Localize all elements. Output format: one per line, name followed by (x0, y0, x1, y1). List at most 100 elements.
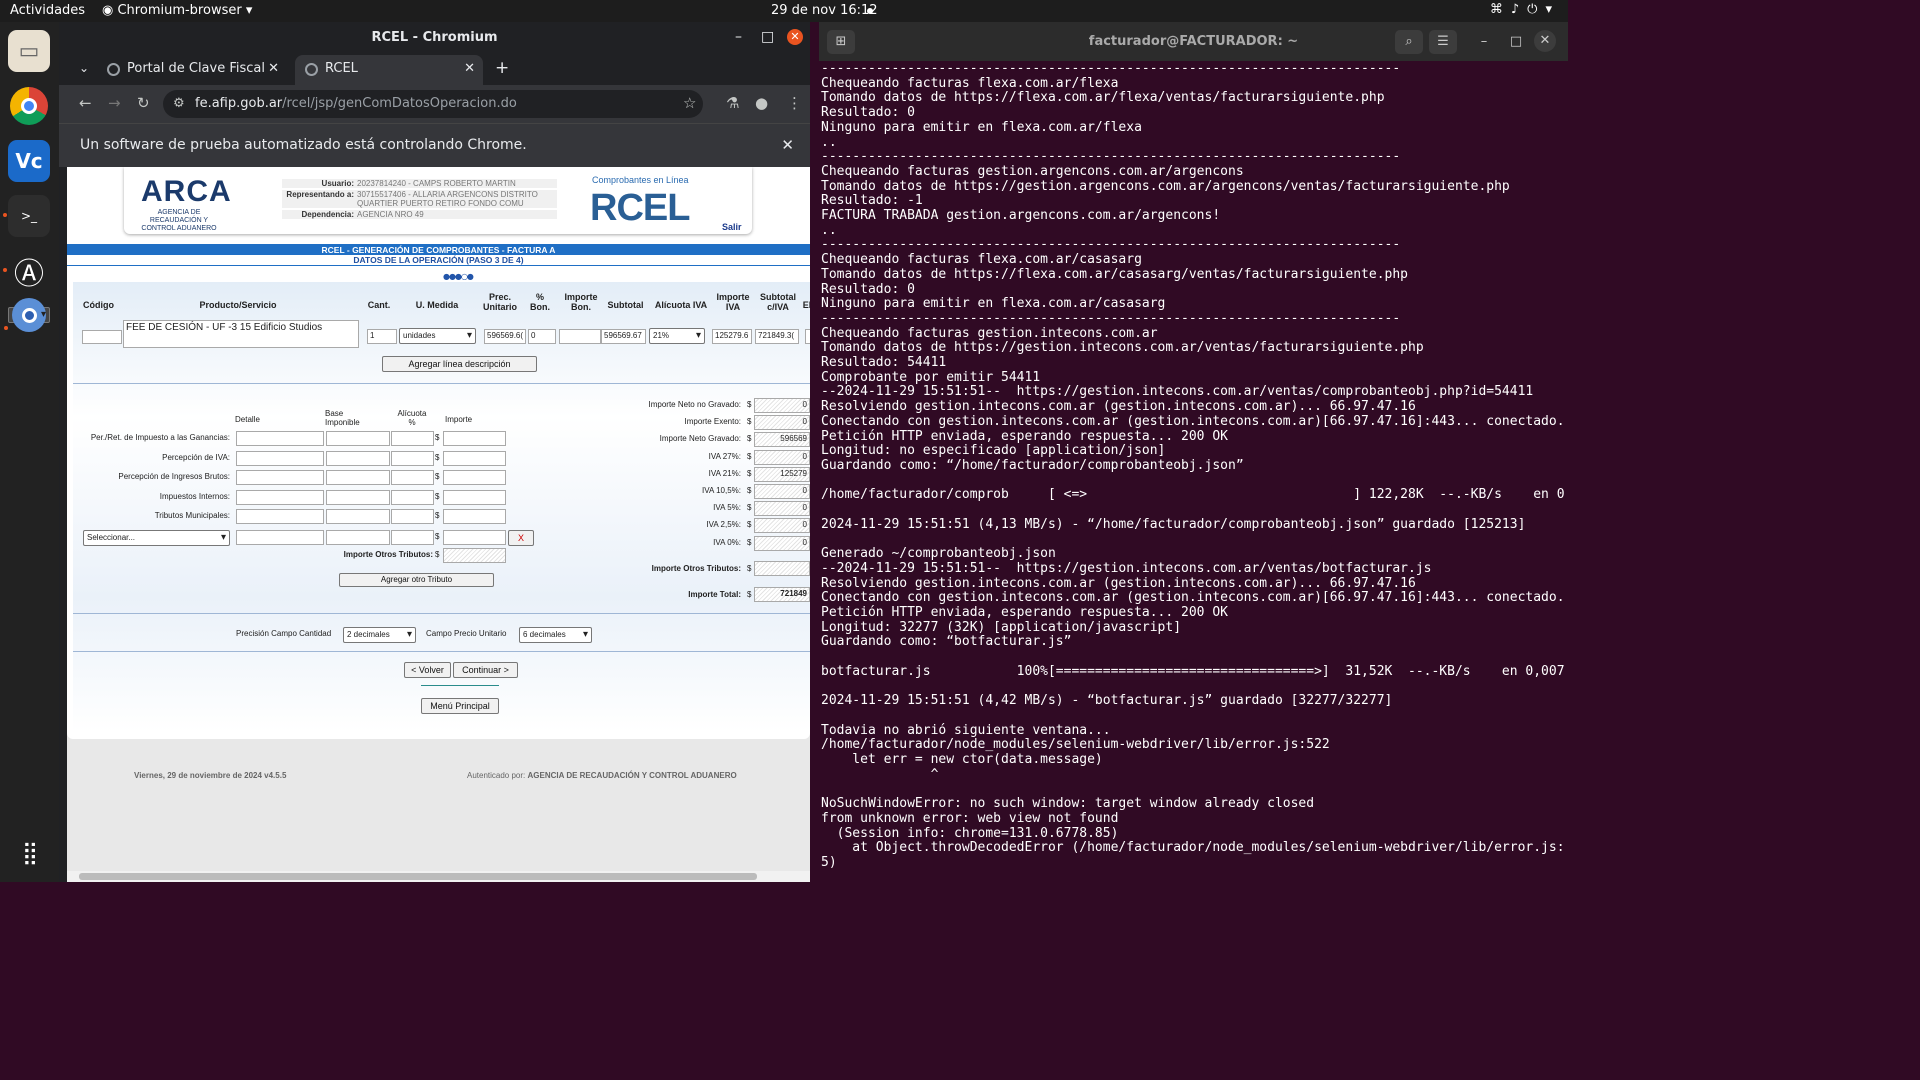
close-tab-icon[interactable]: ✕ (464, 55, 475, 83)
files-icon[interactable]: ▭ (8, 30, 50, 72)
salir-link[interactable]: Salir (722, 222, 742, 232)
col-subtotal: Subtotal (607, 300, 644, 310)
menu-kebab-icon[interactable]: ⋮ (787, 94, 802, 112)
terminal-output[interactable]: ----------------------------------------… (821, 62, 1565, 880)
tributo-importe-input[interactable] (443, 470, 506, 485)
tributo-base-input[interactable] (326, 470, 390, 485)
tributo-base-input[interactable] (326, 431, 390, 446)
close-icon[interactable]: ✕ (787, 29, 803, 45)
search-icon[interactable]: ⌕ (1395, 30, 1423, 54)
app-grid-icon[interactable]: ⣿ (8, 832, 50, 874)
agregar-tributo-button[interactable]: Agregar otro Tributo (339, 573, 494, 587)
minimize-icon[interactable]: – (735, 29, 742, 45)
menu-principal-button[interactable]: Menú Principal (421, 698, 499, 714)
dock: ▭ Vc >_ Ⓐ ⣿ (0, 22, 59, 882)
profile-icon[interactable]: ● (755, 94, 768, 112)
tributo-detalle-input[interactable] (236, 489, 324, 505)
new-tab-icon[interactable]: ⊞ (827, 30, 855, 54)
terminal-title: facturador@FACTURADOR: ~ (1088, 34, 1299, 49)
tributo-alicuota-input[interactable] (391, 431, 434, 446)
extra-input[interactable] (805, 329, 810, 344)
software-updater-icon[interactable]: Ⓐ (3, 250, 50, 292)
vscode-icon[interactable]: Vc (8, 140, 50, 182)
alicuota-iva-select[interactable]: 21% (649, 328, 705, 344)
col-impbon: Importe Bon. (564, 292, 598, 312)
precision-cantidad-select[interactable]: 2 decimales (343, 627, 416, 643)
producto-textarea[interactable]: FEE DE CESIÓN - UF -3 15 Edificio Studio… (123, 320, 359, 348)
hamburger-menu-icon[interactable]: ☰ (1429, 30, 1457, 54)
tributo-alicuota-input[interactable] (391, 489, 434, 505)
new-tab-icon[interactable]: + (495, 58, 509, 78)
labs-flask-icon[interactable]: ⚗ (726, 94, 739, 112)
currency-sign: $ (747, 451, 752, 461)
step-progress-icon: ●●●○● (443, 272, 474, 281)
activities-button[interactable]: Actividades (10, 3, 85, 18)
tributo-base-input[interactable] (326, 530, 390, 545)
tributo-alicuota-input[interactable] (391, 509, 434, 524)
system-top-bar: Actividades ◉ Chromium-browser ▾ 29 de n… (0, 0, 1568, 22)
tributo-importe-input[interactable] (443, 530, 506, 545)
chromium-icon[interactable] (4, 298, 50, 332)
back-icon[interactable]: ← (79, 94, 92, 112)
rcel-logo: RCEL (590, 187, 690, 229)
tributo-label: Per./Ret. de Impuesto a las Ganancias: (90, 433, 230, 442)
close-tab-icon[interactable]: ✕ (268, 55, 279, 83)
col-extra: El (802, 300, 810, 310)
footer-date: Viernes, 29 de noviembre de 2024 v4.5.5 (134, 771, 287, 780)
app-menu[interactable]: ◉ Chromium-browser ▾ (102, 3, 252, 18)
tab-portal[interactable]: Portal de Clave Fiscal ✕ (97, 55, 287, 85)
chrome-icon[interactable] (8, 85, 50, 127)
precio-unitario-select[interactable]: 6 decimales (519, 627, 592, 643)
close-icon[interactable]: ✕ (1534, 30, 1556, 52)
tab-rcel[interactable]: RCEL ✕ (295, 55, 483, 85)
afip-favicon-icon (107, 63, 120, 76)
tributo-base-input[interactable] (326, 509, 390, 524)
codigo-input[interactable] (82, 330, 122, 344)
tributo-select[interactable]: Seleccionar... (83, 530, 230, 546)
forward-icon[interactable]: → (108, 94, 121, 112)
precio-unitario-input[interactable]: 596569.6( (484, 329, 526, 344)
col-bon: % Bon. (530, 292, 550, 312)
cantidad-input[interactable]: 1 (367, 329, 397, 344)
site-info-icon[interactable]: ⚙ (173, 90, 185, 118)
tributo-detalle-input[interactable] (236, 509, 324, 524)
close-infobar-icon[interactable]: ✕ (781, 124, 794, 166)
tab-search-icon[interactable]: ⌄ (79, 61, 89, 75)
terminal-icon[interactable]: >_ (3, 195, 50, 237)
url-host: fe.afip.gob.ar (195, 96, 283, 111)
continuar-button[interactable]: Continuar > (453, 662, 518, 678)
importe-bonificacion-input[interactable] (559, 329, 601, 344)
tributo-importe-input[interactable] (443, 509, 506, 524)
remove-tributo-button[interactable]: X (508, 530, 534, 546)
tributo-alicuota-input[interactable] (391, 470, 434, 485)
system-tray[interactable]: ⌘♪⏻▾ (1490, 2, 1560, 17)
volver-button[interactable]: < Volver (404, 662, 451, 678)
tributo-detalle-input[interactable] (236, 431, 324, 446)
tributo-base-input[interactable] (326, 489, 390, 505)
currency-sign: $ (747, 537, 752, 547)
tributo-detalle-input[interactable] (236, 450, 324, 466)
horizontal-scrollbar[interactable] (67, 871, 810, 882)
total-row-value: 0 (754, 535, 810, 551)
agregar-linea-button[interactable]: Agregar línea descripción (382, 356, 537, 372)
tributo-importe-input[interactable] (443, 489, 506, 505)
tributo-base-input[interactable] (326, 450, 390, 466)
total-value: 721849 (754, 587, 810, 602)
total-row-label: IVA 5%: (713, 503, 741, 513)
address-bar[interactable]: ⚙ fe.afip.gob.ar/rcel/jsp/genComDatosOper… (163, 90, 703, 118)
tributo-importe-input[interactable] (443, 431, 506, 446)
tributo-detalle-input[interactable] (236, 470, 324, 485)
minimize-icon[interactable]: – (1470, 30, 1498, 54)
maximize-icon[interactable]: □ (761, 29, 774, 45)
tributo-importe-input[interactable] (443, 450, 506, 466)
scrollbar-thumb[interactable] (79, 873, 757, 880)
clock[interactable]: 29 de nov 16:12 (771, 3, 878, 18)
bookmark-star-icon[interactable]: ☆ (683, 94, 696, 112)
umedida-select[interactable]: unidades (399, 328, 476, 344)
reload-icon[interactable]: ↻ (137, 94, 150, 112)
maximize-icon[interactable]: □ (1502, 30, 1530, 54)
tributo-alicuota-input[interactable] (391, 530, 434, 545)
tributo-alicuota-input[interactable] (391, 450, 434, 466)
tributo-detalle-input[interactable] (236, 530, 324, 545)
bonificacion-input[interactable]: 0 (528, 329, 556, 344)
